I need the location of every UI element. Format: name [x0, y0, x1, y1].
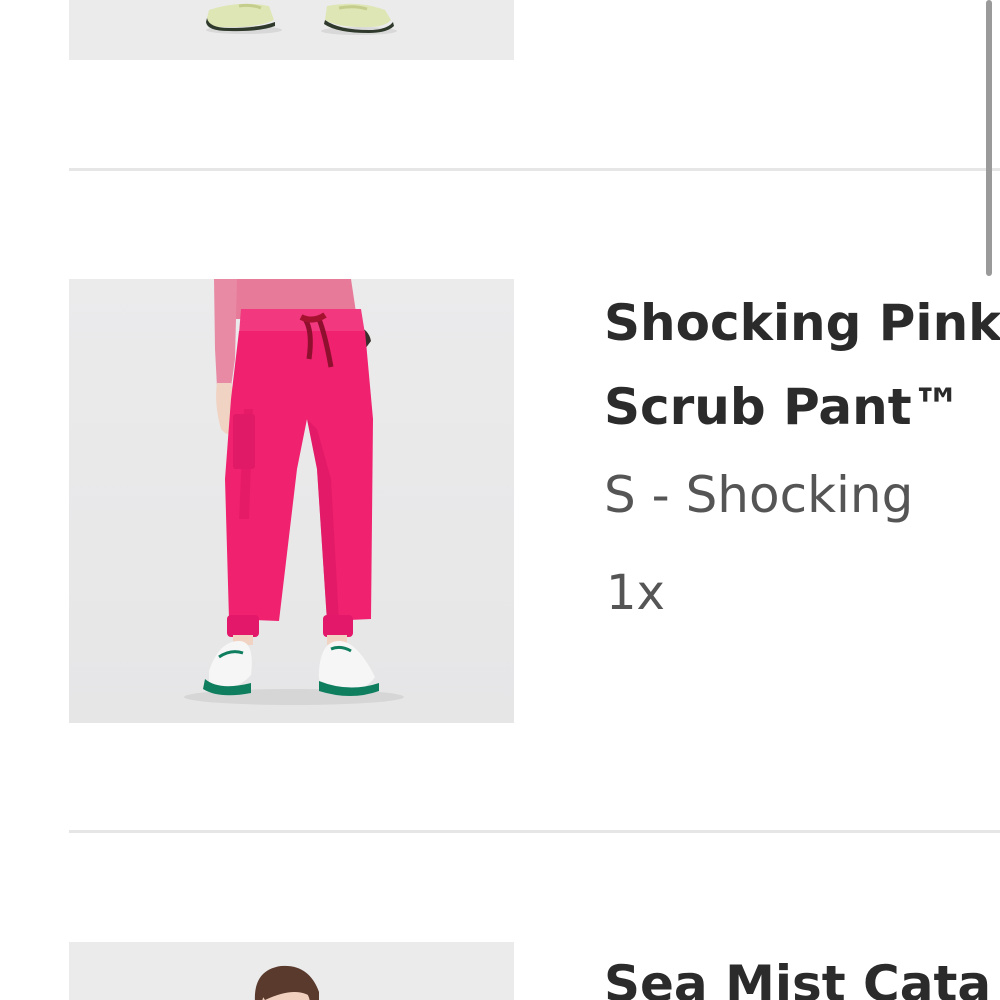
- product-name-line-1: Sea Mist Cata: [604, 955, 992, 1000]
- product-name-line-2: Scrub Pant™: [604, 378, 962, 436]
- scrollbar[interactable]: [986, 0, 992, 276]
- item-divider: [69, 168, 1000, 171]
- item-divider: [69, 830, 1000, 833]
- product-name-sea-mist[interactable]: Sea Mist Cata: [604, 942, 991, 1000]
- pink-pants-image: [69, 279, 514, 723]
- product-name-line-1: Shocking Pink: [604, 294, 1000, 352]
- product-image-shocking-pink-pant[interactable]: [69, 279, 514, 723]
- product-image-next[interactable]: [69, 942, 514, 1000]
- product-name-shocking-pink-pant[interactable]: Shocking Pink Scrub Pant™: [604, 281, 1000, 449]
- cart-page: Shocking Pink Scrub Pant™ S - Shocking 1…: [0, 0, 1000, 1000]
- product-variant: S - Shocking: [604, 466, 914, 524]
- sneakers-image: [69, 0, 514, 60]
- model-head-image: [69, 942, 514, 1000]
- product-quantity: 1x: [606, 565, 665, 621]
- product-image-previous[interactable]: [69, 0, 514, 60]
